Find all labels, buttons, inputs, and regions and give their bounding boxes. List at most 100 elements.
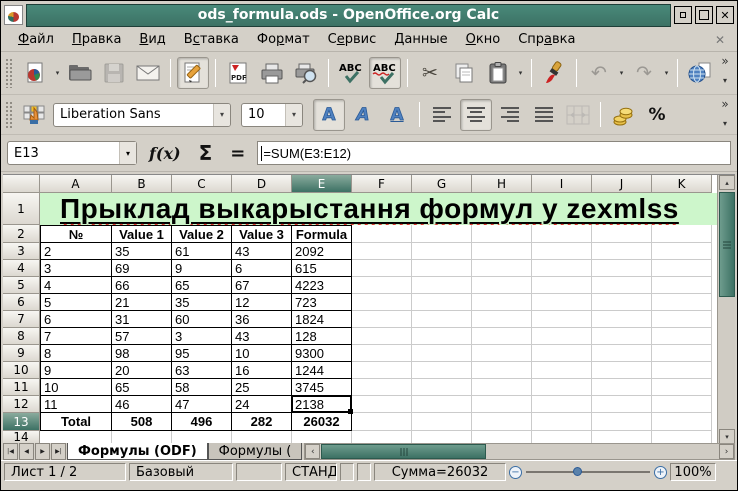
cell-J12[interactable] (592, 396, 652, 413)
cell-J9[interactable] (592, 345, 652, 362)
bold-button[interactable]: A (313, 98, 345, 131)
cell-B7[interactable]: 31 (112, 311, 172, 328)
cell-I14[interactable] (532, 431, 592, 443)
menu-item-tools[interactable]: Сервис (319, 29, 386, 50)
cell-G4[interactable] (412, 260, 472, 277)
cell-G6[interactable] (412, 294, 472, 311)
cell-B3[interactable]: 35 (112, 243, 172, 260)
zoom-slider-track[interactable] (526, 467, 650, 476)
scroll-up-button[interactable]: ▴ (719, 175, 735, 190)
cell-H4[interactable] (472, 260, 532, 277)
font-size-value[interactable]: 10 (242, 107, 285, 122)
cell-A5[interactable]: 4 (40, 277, 112, 294)
menu-item-data[interactable]: Данные (385, 29, 456, 50)
cell-A14[interactable] (40, 431, 112, 443)
status-sum[interactable]: Сумма=26032 (374, 463, 506, 481)
cell-C11[interactable]: 58 (172, 379, 232, 396)
cell-I10[interactable] (532, 362, 592, 379)
vertical-scrollbar[interactable]: ▴ ▾ (717, 175, 735, 443)
select-all-corner[interactable] (3, 175, 40, 193)
cell-K4[interactable] (652, 260, 712, 277)
column-header-K[interactable]: K (652, 175, 712, 193)
print-button[interactable] (256, 57, 288, 89)
cell-H10[interactable] (472, 362, 532, 379)
menu-item-view[interactable]: Вид (130, 29, 174, 50)
cell-G2[interactable] (412, 225, 472, 243)
name-box-dropdown-icon[interactable]: ▾ (119, 142, 136, 164)
sum-icon[interactable]: Σ (193, 141, 219, 165)
row-header-1[interactable]: 1 (3, 193, 40, 225)
cell-C12[interactable]: 47 (172, 396, 232, 413)
cell-J13[interactable] (592, 413, 652, 431)
cell-K5[interactable] (652, 277, 712, 294)
row-header-4[interactable]: 4 (3, 260, 40, 277)
cell-F6[interactable] (352, 294, 412, 311)
font-name-combo[interactable]: Liberation Sans ▾ (53, 102, 231, 127)
cell-C6[interactable]: 35 (172, 294, 232, 311)
format-paintbrush-button[interactable] (538, 57, 570, 89)
status-insert-mode[interactable]: СТАНД (285, 463, 337, 481)
cell-J6[interactable] (592, 294, 652, 311)
cell-K14[interactable] (652, 431, 712, 443)
status-sheet-number[interactable]: Лист 1 / 2 (4, 463, 126, 481)
cell-K6[interactable] (652, 294, 712, 311)
cell-B6[interactable]: 21 (112, 294, 172, 311)
cell-J2[interactable] (592, 225, 652, 243)
next-sheet-button[interactable]: ▶ (35, 443, 50, 460)
cell-G3[interactable] (412, 243, 472, 260)
save-button[interactable] (98, 57, 130, 89)
cell-D10[interactable]: 16 (232, 362, 292, 379)
function-wizard-icon[interactable]: f(x) (143, 144, 187, 163)
paste-button[interactable] (482, 57, 514, 89)
cell-B9[interactable]: 98 (112, 345, 172, 362)
cell-reference[interactable]: E13 (8, 146, 119, 161)
zoom-slider-handle[interactable] (573, 467, 583, 476)
row-header-11[interactable]: 11 (3, 379, 40, 396)
cell-B12[interactable]: 46 (112, 396, 172, 413)
title-cell-A1[interactable]: Прыклад выкарыстання формул у zexmlss (40, 193, 717, 225)
first-sheet-button[interactable]: |◀ (3, 443, 18, 460)
sheet-tab-formulas-odf[interactable]: Формулы (ODF) (67, 443, 208, 460)
cell-E6[interactable]: 723 (292, 294, 352, 311)
cell-A6[interactable]: 5 (40, 294, 112, 311)
cell-F14[interactable] (352, 431, 412, 443)
cell-F2[interactable] (352, 225, 412, 243)
menu-item-window[interactable]: Окно (457, 29, 510, 50)
sheet-tab-formulas[interactable]: Формулы ( (207, 443, 303, 460)
cell-I3[interactable] (532, 243, 592, 260)
cell-J10[interactable] (592, 362, 652, 379)
prev-sheet-button[interactable]: ◀ (19, 443, 34, 460)
cell-A4[interactable]: 3 (40, 260, 112, 277)
new-document-dropdown[interactable]: ▾ (53, 57, 62, 89)
cell-E9[interactable]: 9300 (292, 345, 352, 362)
align-left-button[interactable] (426, 99, 458, 131)
cell-C5[interactable]: 65 (172, 277, 232, 294)
row-header-8[interactable]: 8 (3, 328, 40, 345)
row-header-3[interactable]: 3 (3, 243, 40, 260)
cell-D3[interactable]: 43 (232, 243, 292, 260)
justify-button[interactable] (528, 99, 560, 131)
cell-F11[interactable] (352, 379, 412, 396)
cell-A12[interactable]: 11 (40, 396, 112, 413)
zoom-out-icon[interactable]: − (509, 465, 522, 479)
cell-I13[interactable] (532, 413, 592, 431)
menubar-close-icon[interactable]: ✕ (711, 33, 729, 47)
cell-E11[interactable]: 3745 (292, 379, 352, 396)
undo-button[interactable]: ↶ (583, 57, 615, 89)
cell-I7[interactable] (532, 311, 592, 328)
zoom-percentage[interactable]: 100% (670, 463, 716, 481)
align-center-button[interactable] (460, 98, 492, 131)
cell-H12[interactable] (472, 396, 532, 413)
menu-item-insert[interactable]: Вставка (175, 29, 248, 50)
cell-K3[interactable] (652, 243, 712, 260)
cell-B11[interactable]: 65 (112, 379, 172, 396)
paste-dropdown[interactable]: ▾ (516, 57, 525, 89)
redo-dropdown[interactable]: ▾ (662, 57, 671, 89)
close-button[interactable]: ✕ (716, 6, 734, 24)
cell-A8[interactable]: 7 (40, 328, 112, 345)
export-pdf-button[interactable]: PDF (222, 57, 254, 89)
cell-D5[interactable]: 67 (232, 277, 292, 294)
cell-C2[interactable]: Value 2 (172, 225, 232, 243)
cell-G10[interactable] (412, 362, 472, 379)
horizontal-scrollbar[interactable]: ‹ › (304, 443, 735, 460)
